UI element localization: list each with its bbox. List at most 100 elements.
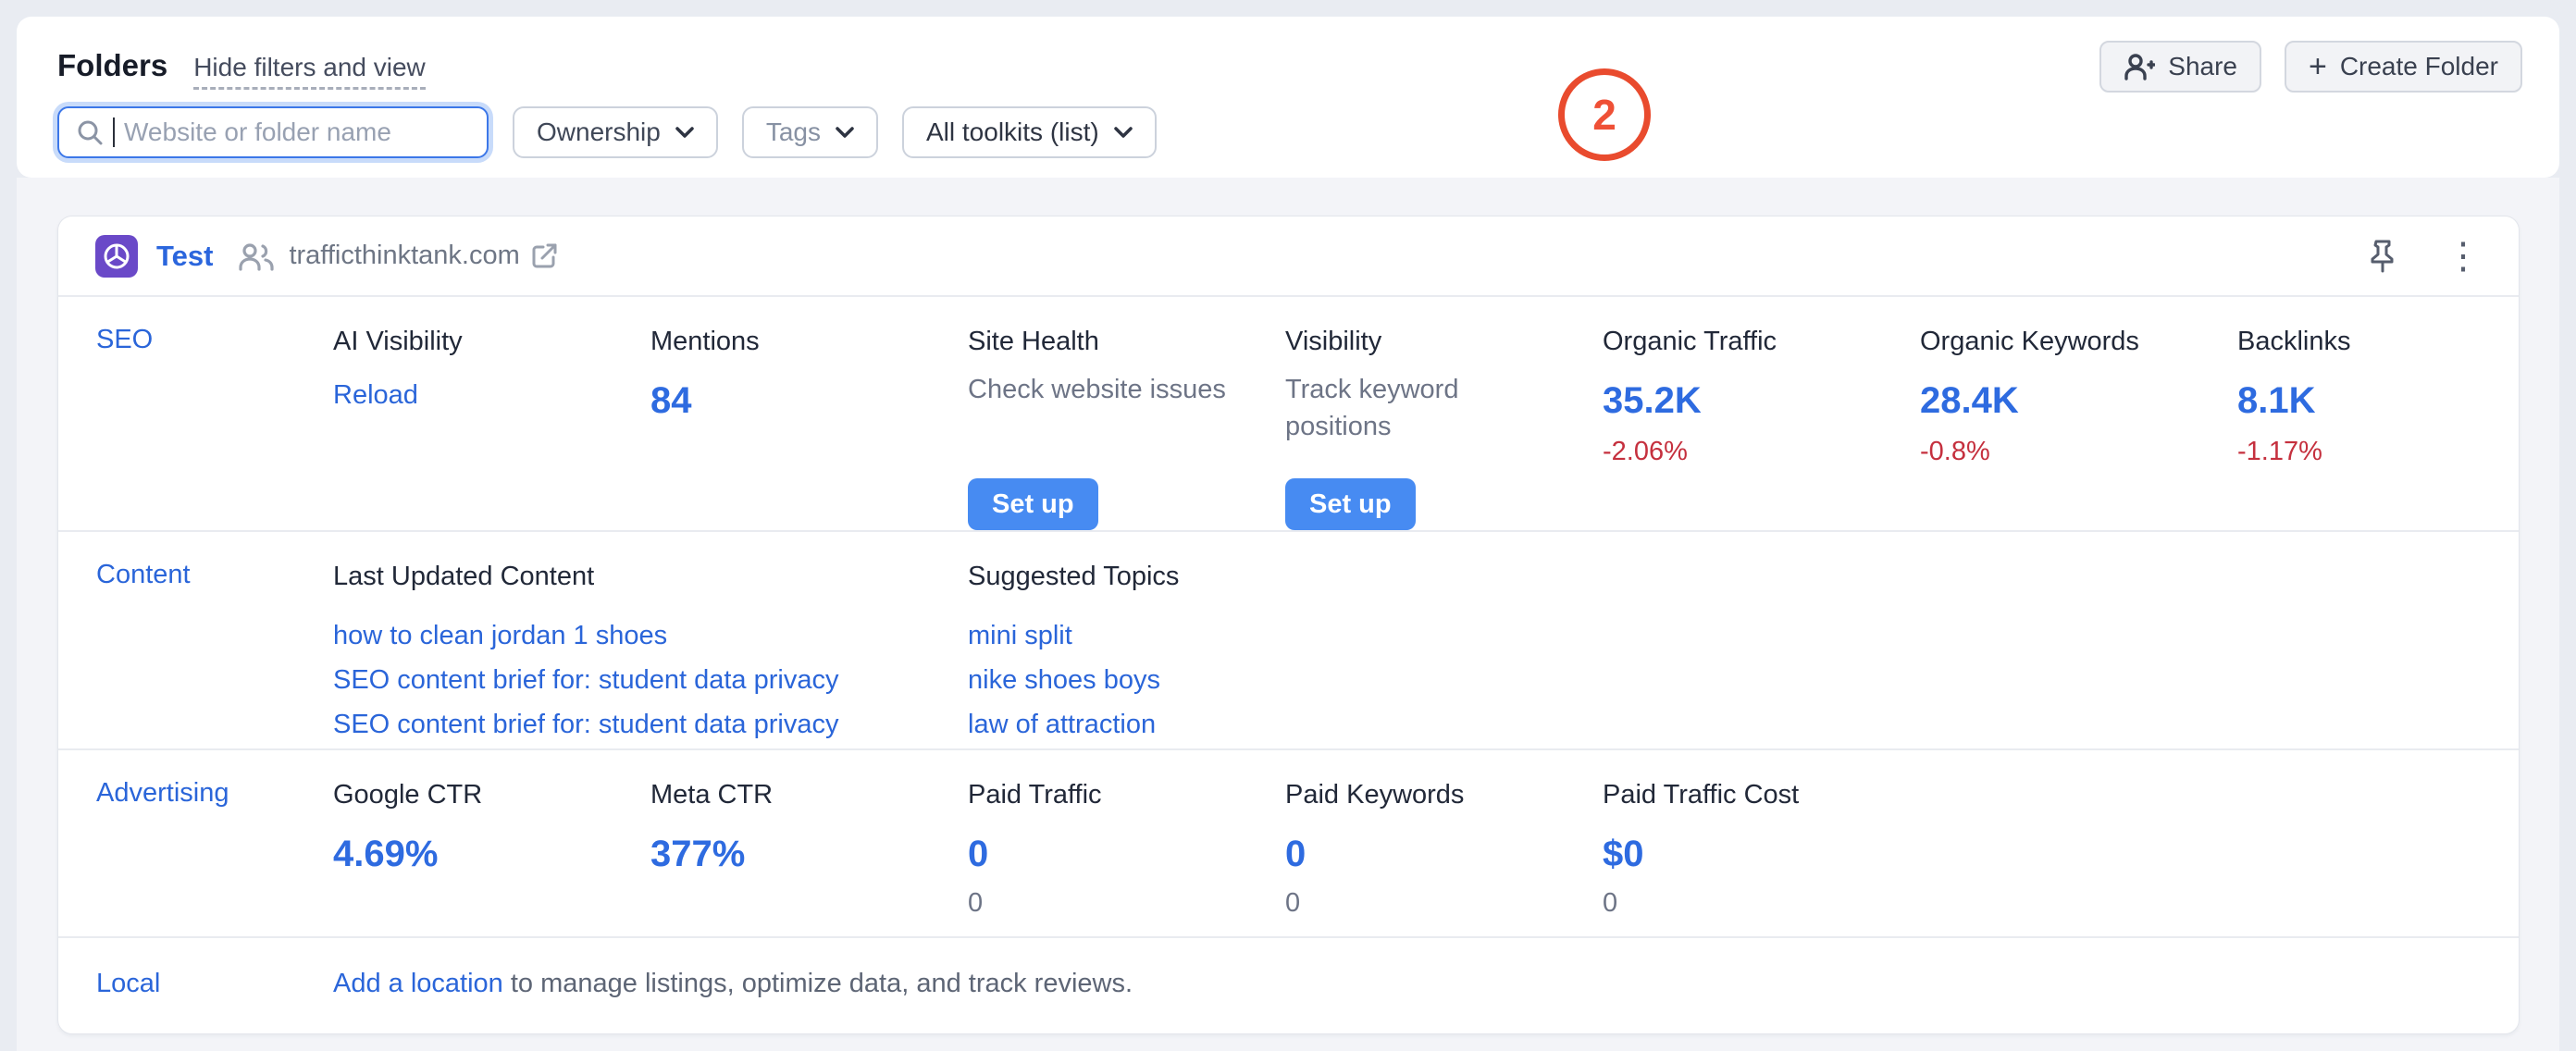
ownership-filter-label: Ownership — [537, 117, 661, 147]
last-updated-content-cell: Last Updated Content how to clean jordan… — [333, 560, 968, 748]
metric-title: Site Health — [968, 325, 1263, 358]
backlinks-value[interactable]: 8.1K — [2237, 380, 2316, 422]
metric-title: Visibility — [1285, 325, 1580, 358]
organic-traffic-cell: Organic Traffic 35.2K -2.06% — [1603, 325, 1920, 530]
visibility-cell: Visibility Track keyword positions Set u… — [1285, 325, 1603, 530]
metric-sub-value: 0 — [1603, 888, 1898, 919]
chevron-down-icon — [675, 127, 694, 139]
site-health-cell: Site Health Check website issues Set up — [968, 325, 1285, 530]
organic-traffic-change: -2.06% — [1603, 437, 1898, 467]
paid-traffic-cost-value[interactable]: $0 — [1603, 834, 1644, 875]
metric-title: Paid Keywords — [1285, 778, 1580, 811]
share-button[interactable]: Share — [2099, 41, 2261, 93]
search-input[interactable]: Website or folder name — [57, 106, 489, 158]
page-title: Folders — [57, 48, 167, 83]
metric-title: Meta CTR — [650, 778, 946, 811]
plus-icon: + — [2309, 51, 2327, 82]
seo-row-label[interactable]: SEO — [96, 325, 333, 530]
reload-link[interactable]: Reload — [333, 380, 418, 411]
local-description-text: to manage listings, optimize data, and t… — [503, 969, 1133, 998]
folders-header-panel: Folders Hide filters and view Website or… — [17, 17, 2559, 178]
paid-keywords-value[interactable]: 0 — [1285, 834, 1306, 875]
meta-ctr-cell: Meta CTR 377% — [650, 778, 968, 936]
local-description: Add a location to manage listings, optim… — [333, 969, 1920, 999]
metric-sub-value: 0 — [1285, 888, 1580, 919]
organic-keywords-cell: Organic Keywords 28.4K -0.8% — [1920, 325, 2237, 530]
paid-traffic-cost-cell: Paid Traffic Cost $0 0 — [1603, 778, 1920, 936]
person-plus-icon — [2124, 53, 2155, 80]
google-ctr-value[interactable]: 4.69% — [333, 834, 438, 875]
create-folder-label: Create Folder — [2340, 52, 2498, 81]
seo-row: SEO AI Visibility Reload Mentions 84 Sit… — [58, 297, 2519, 532]
topic-link[interactable]: nike shoes boys — [968, 658, 1160, 702]
topic-link[interactable]: mini split — [968, 613, 1072, 658]
last-updated-title: Last Updated Content — [333, 560, 946, 593]
ownership-filter-dropdown[interactable]: Ownership — [513, 106, 718, 158]
share-button-label: Share — [2168, 52, 2237, 81]
metric-title: Paid Traffic Cost — [1603, 778, 1898, 811]
toolkits-filter-dropdown[interactable]: All toolkits (list) — [902, 106, 1157, 158]
paid-traffic-value[interactable]: 0 — [968, 834, 988, 875]
metric-sub-value: 0 — [968, 888, 1263, 919]
advertising-row-label[interactable]: Advertising — [96, 778, 333, 936]
content-link[interactable]: how to clean jordan 1 shoes — [333, 613, 667, 658]
folder-card-header: Test trafficthinktank.com ⋮ — [58, 216, 2519, 297]
tags-filter-dropdown[interactable]: Tags — [742, 106, 878, 158]
topic-link[interactable]: law of attraction — [968, 702, 1156, 747]
meta-ctr-value[interactable]: 377% — [650, 834, 745, 875]
search-placeholder: Website or folder name — [124, 117, 391, 147]
google-ctr-cell: Google CTR 4.69% — [333, 778, 650, 936]
suggested-topics-cell: Suggested Topics mini split nike shoes b… — [968, 560, 1603, 748]
metric-title: AI Visibility — [333, 325, 628, 358]
ai-visibility-cell: AI Visibility Reload — [333, 325, 650, 530]
external-link-icon[interactable] — [531, 242, 559, 270]
content-link[interactable]: SEO content brief for: student data priv… — [333, 658, 838, 702]
content-row: Content Last Updated Content how to clea… — [58, 532, 2519, 750]
mentions-cell: Mentions 84 — [650, 325, 968, 530]
organic-traffic-value[interactable]: 35.2K — [1603, 380, 1702, 422]
metric-title: Paid Traffic — [968, 778, 1263, 811]
filters-row: Website or folder name Ownership Tags Al… — [57, 106, 1157, 158]
chevron-down-icon — [1114, 127, 1133, 139]
metric-title: Mentions — [650, 325, 946, 358]
search-icon — [76, 118, 104, 146]
site-health-setup-button[interactable]: Set up — [968, 478, 1098, 530]
folder-domain: trafficthinktank.com — [289, 241, 519, 271]
folder-card-test: Test trafficthinktank.com ⋮ SEO AI Visib… — [57, 216, 2520, 1034]
metric-title: Organic Traffic — [1603, 325, 1898, 358]
local-row: Local Add a location to manage listings,… — [58, 938, 2519, 1030]
metric-title: Backlinks — [2237, 325, 2496, 358]
paid-traffic-cell: Paid Traffic 0 0 — [968, 778, 1285, 936]
content-row-label[interactable]: Content — [96, 560, 333, 748]
annotation-number: 2 — [1592, 90, 1616, 140]
organic-keywords-value[interactable]: 28.4K — [1920, 380, 2019, 422]
metric-subtitle: Track keyword positions — [1285, 371, 1498, 445]
toolkits-filter-label: All toolkits (list) — [926, 117, 1099, 147]
annotation-badge-2: 2 — [1558, 68, 1651, 161]
more-options-kebab-icon[interactable]: ⋮ — [2445, 238, 2482, 275]
shared-users-icon — [237, 241, 276, 272]
paid-keywords-cell: Paid Keywords 0 0 — [1285, 778, 1603, 936]
organic-keywords-change: -0.8% — [1920, 437, 2215, 467]
suggested-topics-title: Suggested Topics — [968, 560, 1580, 593]
local-row-label[interactable]: Local — [96, 969, 333, 999]
visibility-setup-button[interactable]: Set up — [1285, 478, 1416, 530]
folder-name-link[interactable]: Test — [156, 240, 213, 273]
pin-icon[interactable] — [2369, 240, 2396, 273]
advertising-row: Advertising Google CTR 4.69% Meta CTR 37… — [58, 750, 2519, 938]
hide-filters-link[interactable]: Hide filters and view — [193, 53, 426, 90]
mentions-value[interactable]: 84 — [650, 380, 692, 422]
metric-title: Organic Keywords — [1920, 325, 2215, 358]
metric-subtitle: Check website issues — [968, 371, 1263, 408]
chevron-down-icon — [836, 127, 854, 139]
add-location-link[interactable]: Add a location — [333, 969, 503, 998]
title-row: Folders Hide filters and view — [57, 48, 426, 90]
create-folder-button[interactable]: + Create Folder — [2285, 41, 2522, 93]
tags-filter-label: Tags — [766, 117, 821, 147]
backlinks-change: -1.17% — [2237, 437, 2496, 467]
site-favicon-icon — [95, 235, 138, 278]
metric-title: Google CTR — [333, 778, 628, 811]
content-link[interactable]: SEO content brief for: student data priv… — [333, 702, 838, 747]
text-caret — [113, 117, 115, 147]
backlinks-cell: Backlinks 8.1K -1.17% — [2237, 325, 2519, 530]
